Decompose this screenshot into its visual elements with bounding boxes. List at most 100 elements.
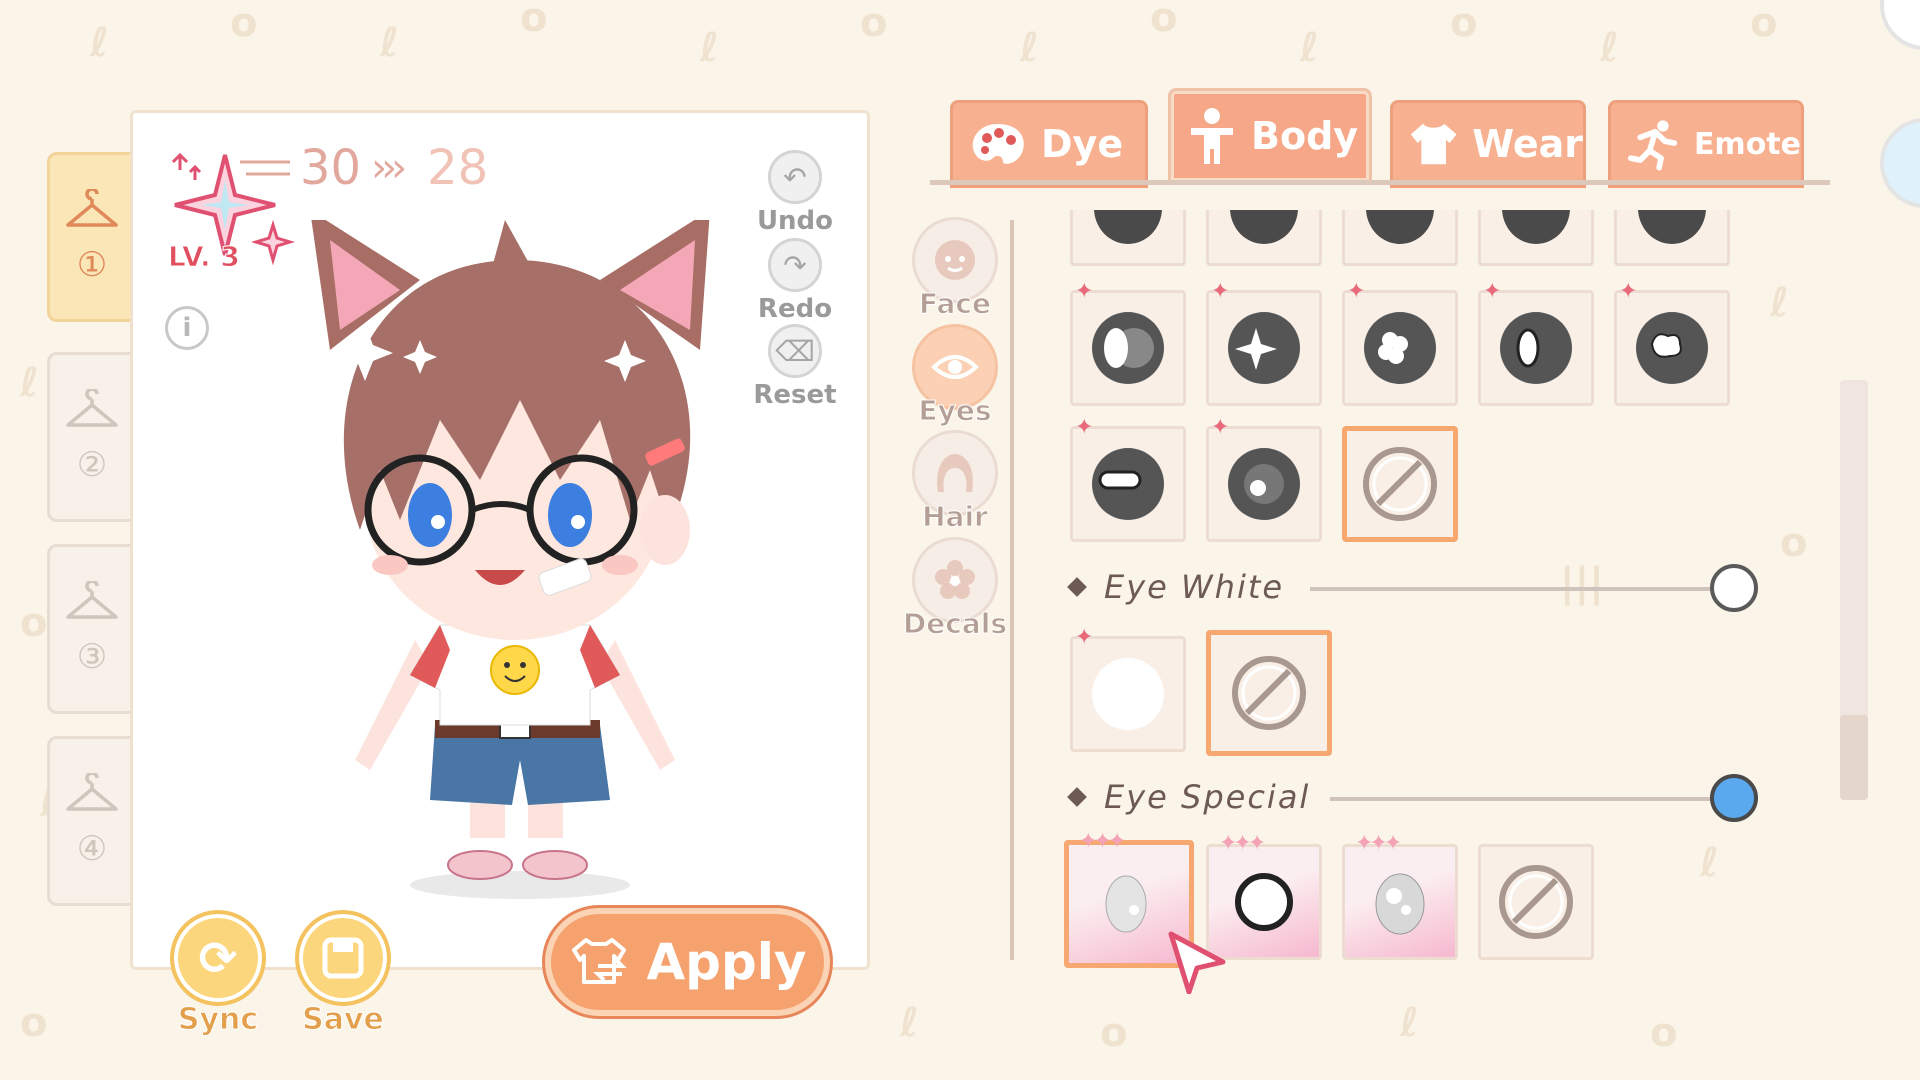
- slot-number: ④: [76, 829, 108, 869]
- level-from: 30: [300, 140, 362, 196]
- apply-button[interactable]: Apply: [545, 908, 830, 1016]
- section-title: Eye Special: [1104, 778, 1311, 816]
- sparkle-icon: ✦: [1075, 279, 1094, 304]
- undo-label: Undo: [756, 206, 834, 236]
- eye-white-slider-track[interactable]: [1310, 587, 1730, 591]
- face-icon: [935, 240, 975, 280]
- category-divider: [1010, 220, 1014, 960]
- tab-label: Emote: [1693, 126, 1801, 162]
- reset-label: Reset: [753, 380, 837, 410]
- eye-special-option-none[interactable]: [1478, 844, 1594, 960]
- outfit-slot-4[interactable]: ④: [47, 736, 137, 906]
- hanger-icon: [66, 581, 118, 619]
- eye-option[interactable]: ✦: [1478, 279, 1594, 406]
- eye-option[interactable]: ✦: [1614, 279, 1730, 406]
- none-icon: [1363, 447, 1437, 521]
- eye-option[interactable]: ✦: [1070, 279, 1186, 406]
- broom-icon: ⌫: [768, 324, 822, 378]
- eye-shape-icon: [1092, 312, 1164, 384]
- outfit-slot-2[interactable]: ②: [47, 352, 137, 522]
- sync-label: Sync: [177, 1002, 259, 1038]
- tab-label: Wear: [1472, 122, 1583, 166]
- tab-body[interactable]: Body: [1168, 88, 1372, 184]
- floppy-disk-icon: [295, 910, 391, 1006]
- apply-label: Apply: [646, 933, 807, 991]
- hair-icon: [937, 454, 973, 492]
- eye-white-slider-knob[interactable]: [1710, 564, 1758, 612]
- tab-label: Dye: [1041, 122, 1124, 166]
- slot-number: ②: [76, 445, 108, 485]
- chevrons-icon: ›››: [371, 145, 407, 191]
- shirt-icon: [1410, 123, 1457, 165]
- eye-white-option-none[interactable]: [1206, 630, 1332, 756]
- eye-icon: [931, 355, 979, 379]
- eye-shape-icon: [1228, 448, 1300, 520]
- sparkle-icon: ✦: [1211, 415, 1230, 440]
- category-decals[interactable]: Decals: [903, 537, 1008, 641]
- sparkle-icon: ✦✦✦: [1219, 831, 1266, 856]
- eye-special-option[interactable]: ✦✦✦: [1342, 831, 1458, 960]
- level-to: 28: [427, 140, 489, 196]
- flower-icon: [935, 560, 975, 599]
- eye-white-option[interactable]: ✦: [1070, 625, 1186, 752]
- diamond-icon: [1067, 577, 1087, 597]
- category-label: Hair: [922, 500, 989, 534]
- redo-button[interactable]: ↷ Redo: [755, 238, 835, 324]
- diamond-icon: [1067, 787, 1087, 807]
- none-icon: [1232, 656, 1306, 730]
- sparkle-icon: ✦: [1619, 279, 1638, 304]
- eye-shape-icon: [1364, 312, 1436, 384]
- tab-divider: [930, 180, 1830, 185]
- hanger-icon: [66, 773, 118, 811]
- palette-icon: [972, 124, 1024, 164]
- save-button[interactable]: Save: [293, 910, 393, 1038]
- eye-option-none[interactable]: [1342, 426, 1458, 542]
- category-hair[interactable]: Hair: [910, 430, 1000, 534]
- tab-dye[interactable]: Dye: [950, 100, 1148, 188]
- undo-icon: ↶: [768, 150, 822, 204]
- ring-icon: [1235, 873, 1293, 931]
- tab-emote[interactable]: Emote: [1608, 100, 1804, 188]
- eye-sparkle-icon: [1375, 873, 1425, 935]
- eye-shape-icon: [1228, 312, 1300, 384]
- save-label: Save: [302, 1002, 385, 1038]
- info-icon[interactable]: i: [165, 306, 209, 350]
- character-avatar: [311, 220, 710, 899]
- section-eye-white: Eye White: [1067, 568, 1285, 606]
- outfit-slot-1[interactable]: ①: [47, 152, 137, 322]
- eye-option[interactable]: ✦: [1342, 279, 1458, 406]
- eye-shape-icon: [1092, 448, 1164, 520]
- outfit-slot-3[interactable]: ③: [47, 544, 137, 714]
- eye-special-slider-track[interactable]: [1330, 797, 1730, 801]
- sparkle-icon: ✦: [1075, 625, 1094, 650]
- tab-label: Body: [1251, 114, 1359, 158]
- pointer-cursor-icon: [1168, 931, 1226, 994]
- redo-icon: ↷: [768, 238, 822, 292]
- white-circle-icon: [1092, 658, 1164, 730]
- hanger-icon: [66, 389, 118, 427]
- eye-option[interactable]: ✦: [1206, 279, 1322, 406]
- section-title: Eye White: [1104, 568, 1285, 606]
- category-face[interactable]: Face: [910, 217, 1000, 321]
- sparkle-icon: ✦✦✦: [1355, 831, 1402, 856]
- undo-button[interactable]: ↶ Undo: [755, 150, 835, 236]
- person-icon: [1191, 108, 1233, 164]
- eye-option[interactable]: ✦: [1070, 415, 1186, 542]
- sync-button[interactable]: ⟳ Sync: [168, 910, 268, 1038]
- category-eyes[interactable]: Eyes: [910, 324, 1000, 428]
- sparkle-icon: ✦: [1347, 279, 1366, 304]
- reset-button[interactable]: ⌫ Reset: [753, 324, 837, 410]
- eye-highlight-icon: [1105, 875, 1147, 933]
- sparkle-icon: ✦: [1483, 279, 1502, 304]
- tab-wear[interactable]: Wear: [1390, 100, 1586, 188]
- eye-option[interactable]: ✦: [1206, 415, 1322, 542]
- sparkle-icon: ✦✦✦: [1079, 829, 1126, 854]
- sparkle-icon: ✦: [1211, 279, 1230, 304]
- running-icon: [1627, 120, 1678, 171]
- eye-special-slider-knob[interactable]: [1710, 774, 1758, 822]
- scrollbar-thumb[interactable]: [1840, 715, 1868, 800]
- refresh-icon: ⟳: [170, 910, 266, 1006]
- slot-number: ①: [76, 245, 108, 285]
- sparkle-icon: ✦: [1075, 415, 1094, 440]
- eye-shape-icon: [1636, 312, 1708, 384]
